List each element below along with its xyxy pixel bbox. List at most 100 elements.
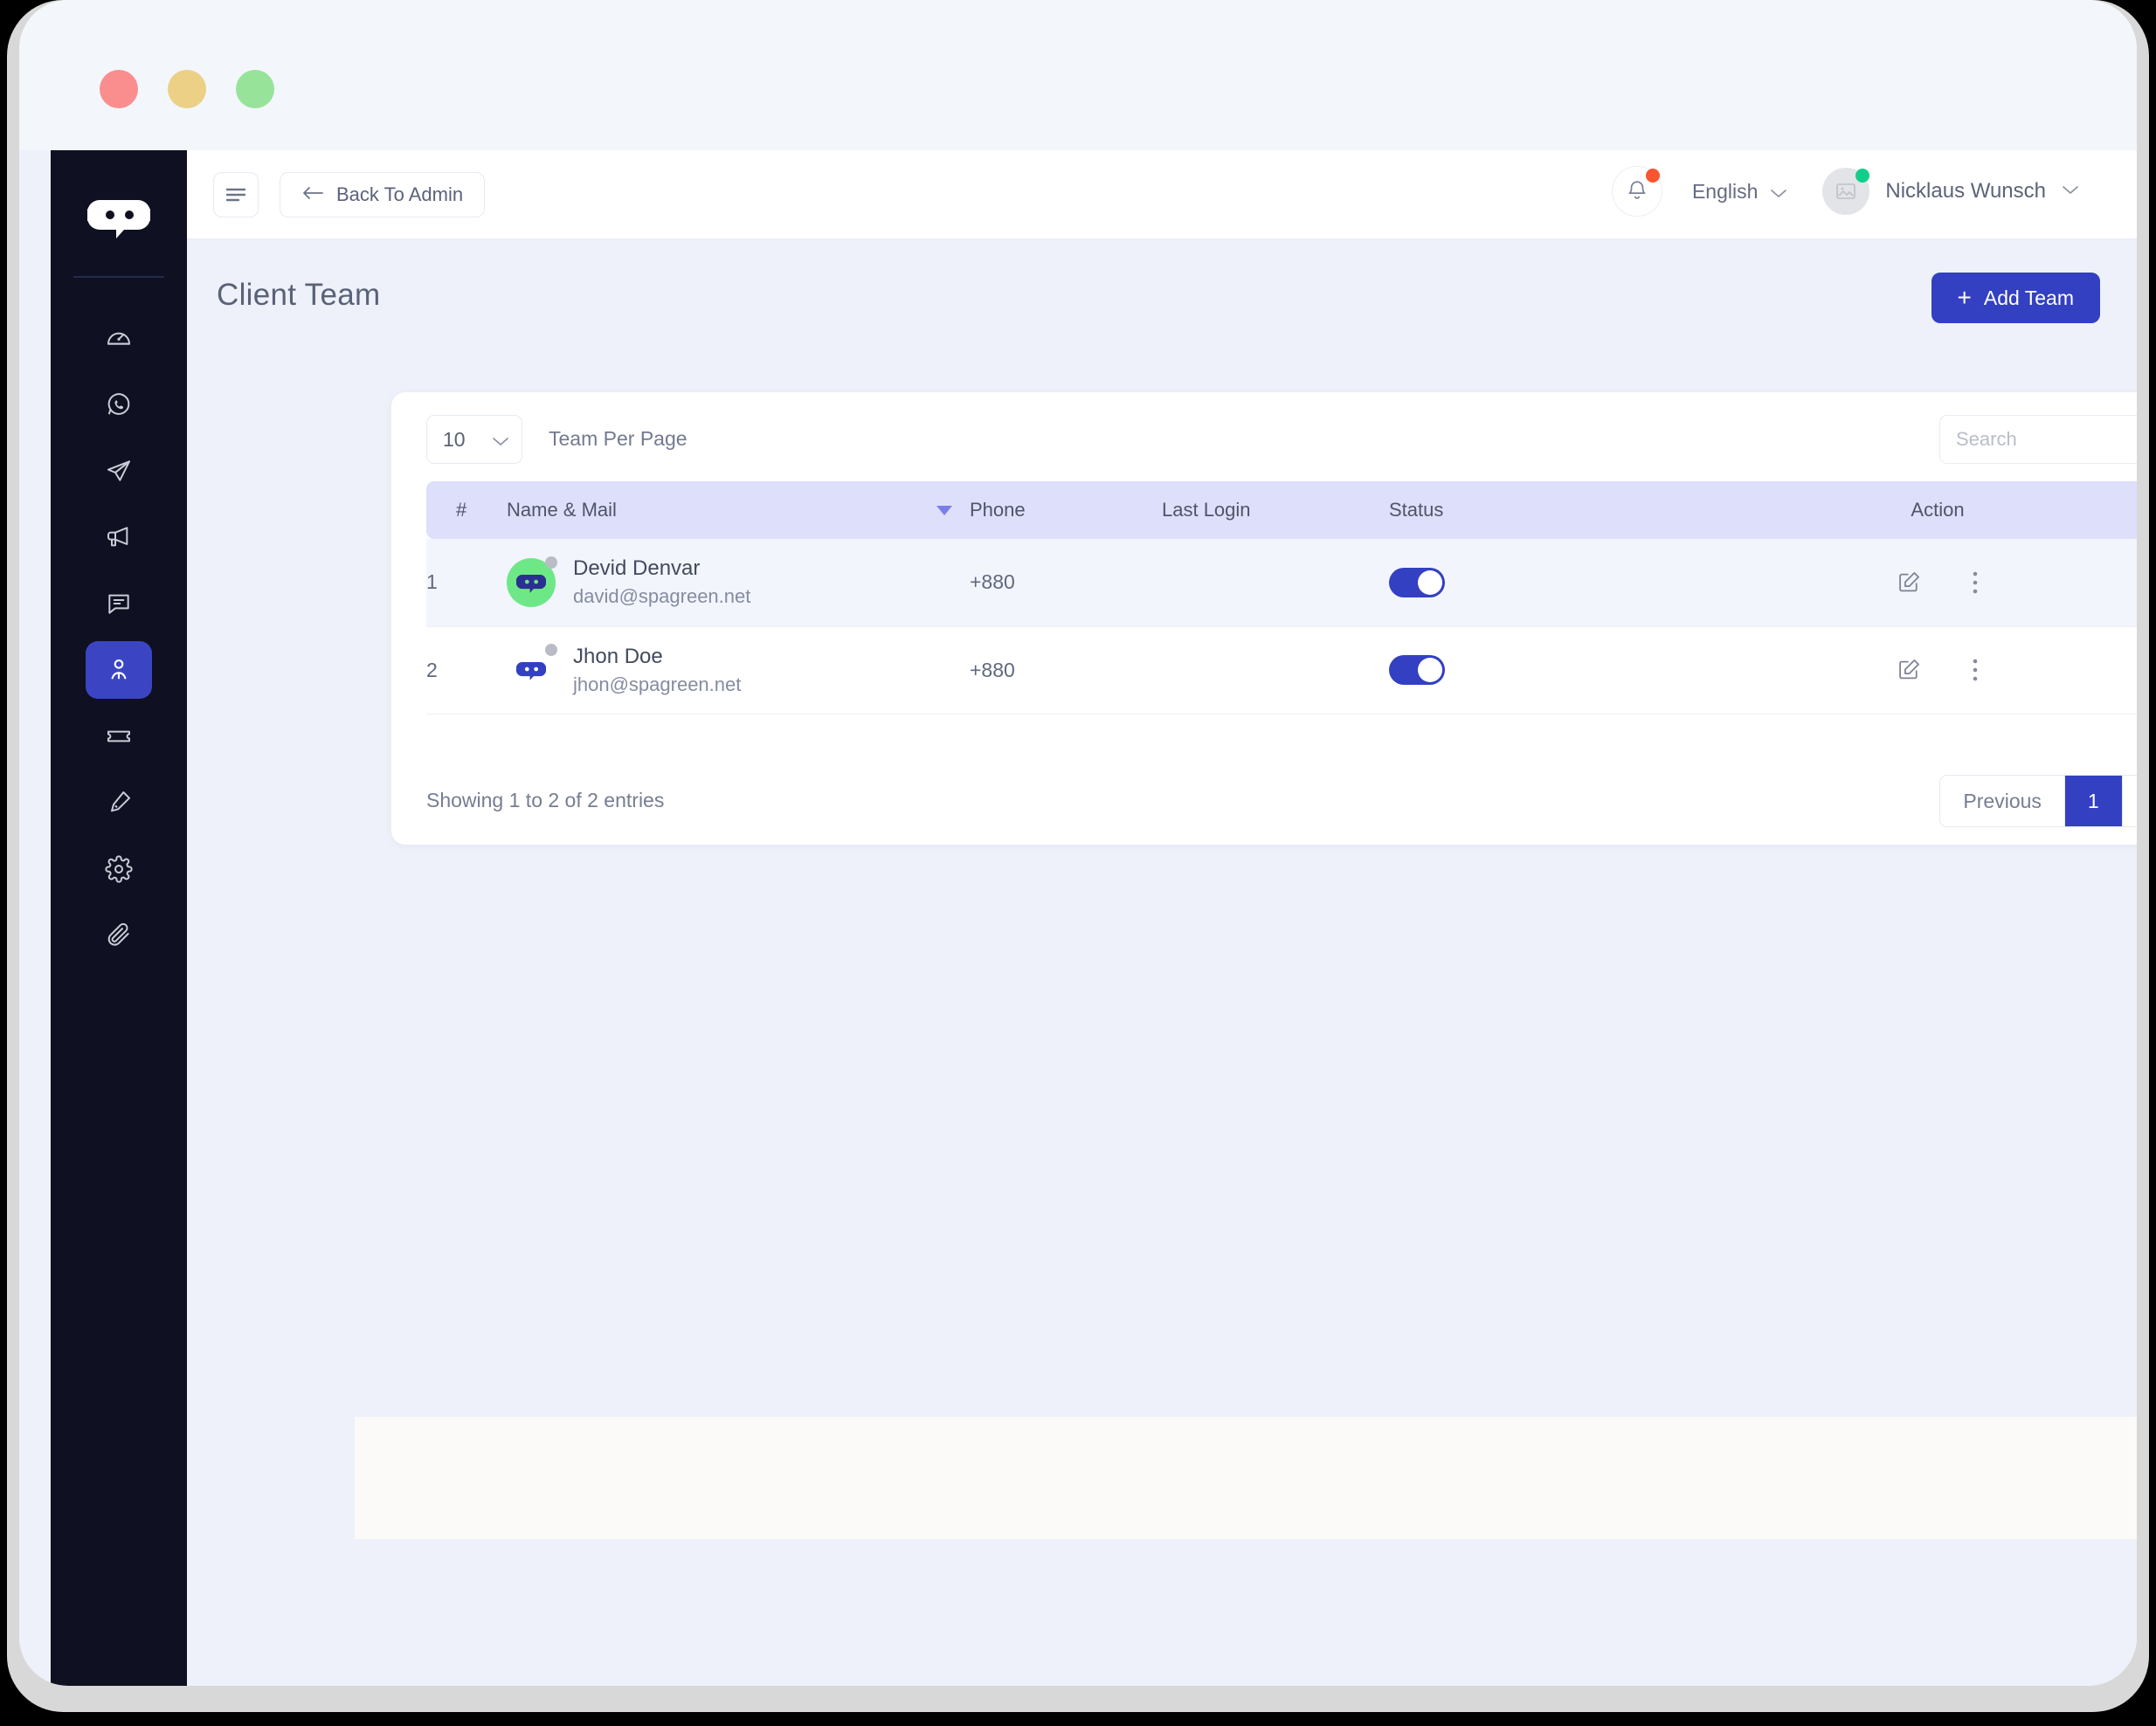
- row-name-mail: Jhon Doe jhon@spagreen.net: [507, 626, 970, 715]
- column-header-name-mail[interactable]: Name & Mail: [507, 481, 970, 539]
- row-index: 2: [426, 626, 507, 715]
- arrow-left-icon: [301, 183, 324, 206]
- sidebar-item-chat[interactable]: [86, 575, 152, 632]
- row-status: [1389, 539, 1669, 627]
- per-page-select[interactable]: 10: [426, 415, 522, 464]
- device-frame: Back To Admin English Nicklaus Wunsch Cl…: [0, 0, 2156, 1726]
- minimize-window-button[interactable]: [168, 70, 206, 108]
- showing-entries-label: Showing 1 to 2 of 2 entries: [426, 789, 665, 811]
- table-header-row: # Name & Mail Phone Last Login Status Ac…: [426, 481, 2137, 539]
- column-header-action[interactable]: Action: [1669, 481, 2137, 539]
- row-person-name: Jhon Doe: [573, 644, 663, 668]
- sidebar-divider: [73, 276, 164, 278]
- lower-page-band: [355, 1539, 2137, 1686]
- row-avatar: [507, 644, 557, 694]
- plus-icon: +: [1957, 284, 1972, 311]
- row-last-login: [1162, 626, 1389, 715]
- status-toggle[interactable]: [1389, 655, 1445, 685]
- card-toolbar: 10 Team Per Page: [391, 392, 2137, 481]
- device-bezel: Back To Admin English Nicklaus Wunsch Cl…: [7, 0, 2149, 1712]
- pagination-next[interactable]: Next: [2122, 776, 2137, 826]
- sidebar-item-design[interactable]: [86, 774, 152, 832]
- row-index: 1: [426, 539, 507, 627]
- avatar: [1822, 168, 1870, 215]
- user-online-status-dot: [1855, 169, 1870, 183]
- sidebar-item-telegram[interactable]: [86, 442, 152, 500]
- row-phone: +880: [970, 626, 1162, 715]
- chevron-down-icon: [492, 428, 509, 452]
- user-name-label: Nicklaus Wunsch: [1885, 179, 2046, 203]
- team-table-card: 10 Team Per Page Search # Name & Mail Ph…: [391, 392, 2137, 845]
- row-person-mail: david@spagreen.net: [573, 585, 751, 608]
- traffic-lights: [100, 70, 274, 108]
- sidebar-item-attachments[interactable]: [86, 907, 152, 964]
- row-person-name: Devid Denvar: [573, 556, 701, 581]
- language-selector[interactable]: English: [1692, 180, 1787, 204]
- add-team-label: Add Team: [1983, 286, 2074, 309]
- topbar: Back To Admin English Nicklaus Wunsch: [187, 150, 2137, 239]
- main-column: Back To Admin English Nicklaus Wunsch Cl…: [187, 150, 2137, 1686]
- pagination: Previous 1 Next: [1939, 775, 2137, 827]
- avatar-status-dot: [545, 644, 557, 656]
- card-footer: Showing 1 to 2 of 2 entries Previous 1 N…: [391, 757, 2137, 845]
- lower-white-band: [355, 1417, 2137, 1539]
- window-titlebar: [19, 0, 2137, 150]
- avatar-status-dot: [545, 556, 557, 569]
- search-field-wrapper: [1939, 415, 2137, 464]
- edit-pencil-icon[interactable]: [1897, 658, 1921, 682]
- add-team-button[interactable]: + Add Team: [1931, 273, 2100, 323]
- sidebar-nav: [86, 309, 152, 964]
- chatbot-logo-icon[interactable]: [75, 176, 162, 257]
- notification-bell-icon[interactable]: [1611, 166, 1662, 217]
- maximize-window-button[interactable]: [236, 70, 274, 108]
- notification-badge-dot: [1645, 169, 1660, 183]
- edit-pencil-icon[interactable]: [1897, 570, 1921, 595]
- row-name-mail: Devid Denvar david@spagreen.net: [507, 539, 970, 627]
- pagination-previous[interactable]: Previous: [1940, 776, 2065, 826]
- row-status: [1389, 626, 1669, 715]
- row-action: [1669, 539, 2137, 627]
- sidebar-item-team[interactable]: [86, 641, 152, 699]
- table-row[interactable]: 2 Jhon Doe jhon@spagreen.net +880: [426, 626, 2137, 715]
- chevron-down-icon: [2062, 183, 2079, 199]
- page-header: Client Team + Add Team: [206, 273, 2119, 334]
- language-label: English: [1691, 179, 1759, 203]
- column-header-action-label: Action: [1911, 499, 1965, 521]
- table-row[interactable]: 1 Devid Denvar david@spagreen.net +880: [426, 539, 2137, 627]
- column-header-phone[interactable]: Phone: [970, 481, 1162, 539]
- sidebar-item-tickets[interactable]: [86, 708, 152, 765]
- column-header-status[interactable]: Status: [1389, 481, 1669, 539]
- sort-caret-down-icon[interactable]: [936, 505, 952, 515]
- page-title: Client Team: [217, 278, 381, 312]
- more-vertical-icon[interactable]: [1972, 657, 1979, 683]
- browser-window: Back To Admin English Nicklaus Wunsch Cl…: [19, 0, 2137, 1686]
- chevron-down-icon: [1770, 180, 1787, 204]
- row-avatar: [507, 556, 557, 607]
- table-body: 1 Devid Denvar david@spagreen.net +880 2…: [426, 539, 2137, 715]
- status-toggle-knob: [1418, 658, 1442, 682]
- row-phone: +880: [970, 539, 1162, 627]
- sidebar-item-campaign[interactable]: [86, 508, 152, 566]
- row-last-login: [1162, 539, 1389, 627]
- table-header: # Name & Mail Phone Last Login Status Ac…: [426, 481, 2137, 539]
- search-input[interactable]: [1939, 415, 2137, 464]
- status-toggle[interactable]: [1389, 567, 1445, 597]
- app-shell: Back To Admin English Nicklaus Wunsch Cl…: [19, 150, 2137, 1686]
- user-menu[interactable]: Nicklaus Wunsch: [1822, 168, 2079, 215]
- per-page-value: 10: [443, 427, 466, 451]
- pagination-page-1[interactable]: 1: [2064, 776, 2123, 826]
- per-page-label: Team Per Page: [549, 427, 688, 450]
- column-header-last-login[interactable]: Last Login: [1162, 481, 1389, 539]
- sidebar-item-settings[interactable]: [86, 840, 152, 898]
- sidebar: [51, 150, 187, 1686]
- sidebar-item-whatsapp[interactable]: [86, 376, 152, 433]
- close-window-button[interactable]: [100, 70, 138, 108]
- hamburger-menu-icon[interactable]: [213, 172, 259, 217]
- more-vertical-icon[interactable]: [1972, 570, 1979, 596]
- team-table: # Name & Mail Phone Last Login Status Ac…: [426, 481, 2137, 715]
- column-header-name-mail-label: Name & Mail: [507, 499, 617, 521]
- column-header-index[interactable]: #: [426, 481, 507, 539]
- back-to-admin-label: Back To Admin: [336, 183, 464, 205]
- back-to-admin-button[interactable]: Back To Admin: [280, 172, 486, 217]
- sidebar-item-dashboard[interactable]: [86, 309, 152, 367]
